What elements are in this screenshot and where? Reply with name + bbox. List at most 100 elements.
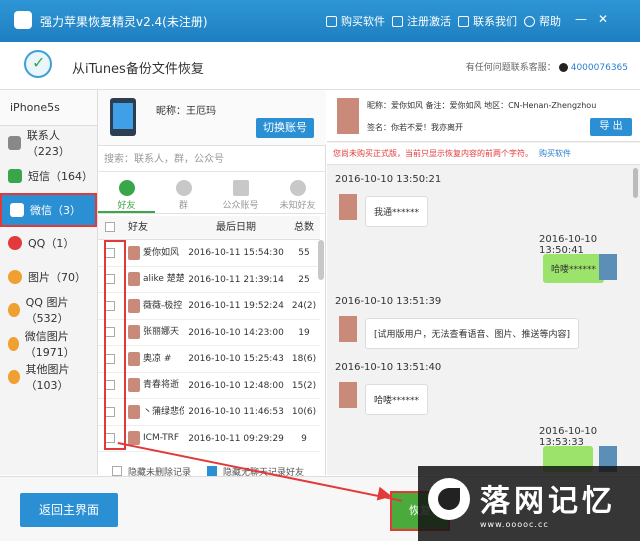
select-all-checkbox[interactable] [98, 216, 122, 239]
checkbox-box [105, 380, 115, 390]
message-timestamp: 2016-10-10 13:50:21 [335, 174, 442, 185]
avatar [339, 382, 357, 408]
sidebar-item-label: 微信图片（1971） [24, 329, 75, 359]
avatar [128, 245, 140, 260]
account-nickname: 昵称：王厄玛 [156, 106, 216, 117]
friend-date: 2016-10-11 09:29:29 [188, 433, 284, 444]
tab-official-accounts[interactable]: 公众账号 [212, 174, 269, 213]
friend-date: 2016-10-10 11:46:53 [188, 407, 284, 417]
table-row[interactable]: 薇薇-极控 2016-10-11 19:52:24 24(2) [98, 293, 320, 320]
table-row[interactable]: alike 楚楚 2016-10-11 21:39:14 25 [98, 267, 320, 293]
contact-us-link[interactable]: 联系我们 [458, 13, 517, 29]
avatar [128, 272, 140, 287]
contact-us-label: 联系我们 [473, 15, 517, 28]
sidebar-item-qq[interactable]: QQ（1） [0, 227, 97, 261]
sidebar-item-label: 其他图片（103） [25, 363, 70, 393]
qq-penguin-icon [8, 236, 22, 251]
table-header: 好友 最后日期 总数 [98, 216, 320, 240]
unknown-person-icon [289, 180, 306, 196]
sidebar-item-other-photos[interactable]: 其他图片（103） [0, 361, 97, 395]
buy-software-link[interactable]: 购买软件 [326, 13, 385, 29]
qq-number-link[interactable]: 4000076365 [571, 63, 628, 73]
sidebar-item-label: 图片（70） [28, 270, 86, 284]
support-contact: 有任何问题联系客服： 4000076365 [466, 60, 628, 73]
table-row[interactable]: 丶蒲绿悲伤 2016-10-10 11:46:53 10(6) [98, 399, 320, 426]
photos-icon [8, 269, 22, 284]
page-header: 从iTunes备份文件恢复 有任何问题联系客服： 4000076365 [0, 42, 640, 90]
row-checkbox[interactable] [98, 240, 122, 266]
export-button[interactable]: 导 出 [590, 118, 632, 136]
help-label: 帮助 [539, 15, 561, 28]
row-checkbox[interactable] [98, 293, 122, 319]
tab-groups[interactable]: 群 [155, 174, 212, 213]
friends-panel: 昵称：王厄玛 切换账号 搜索：联系人，群，公众号 好友 群 公众账号 未知好友 … [98, 90, 326, 478]
table-row[interactable]: 奥凉 # 2016-10-10 15:25:43 18(6) [98, 346, 320, 373]
help-link[interactable]: 帮助 [524, 13, 561, 29]
close-button[interactable]: ✕ [596, 12, 610, 26]
wechat-photos-icon [8, 336, 19, 351]
sidebar-item-qq-photos[interactable]: QQ 图片（532） [0, 294, 97, 328]
friend-name: 张丽娜天 [143, 327, 180, 337]
message-timestamp: 2016-10-10 13:51:39 [335, 296, 442, 307]
device-name: iPhone5s [0, 90, 97, 126]
contact-info: 昵称：爱你如风 备注：爱你如风 地区：CN-Henan-Zhengzhou 签名… [327, 90, 640, 142]
category-sidebar: iPhone5s 联系人（223） 短信（164） 微信（3） QQ（1） 图片… [0, 90, 98, 475]
page-title: 从iTunes备份文件恢复 [72, 62, 204, 77]
sidebar-item-label: QQ 图片（532） [25, 296, 69, 326]
other-photos-icon [8, 370, 20, 385]
register-link[interactable]: 注册激活 [392, 13, 451, 29]
minimize-button[interactable]: — [574, 12, 588, 26]
tab-friends[interactable]: 好友 [98, 174, 155, 213]
watermark-url: www.ooooc.cc [480, 520, 549, 529]
switch-account-button[interactable]: 切换账号 [256, 118, 314, 138]
checkbox-box [105, 222, 115, 232]
hide-empty-checkbox[interactable] [207, 466, 218, 476]
watermark: 落网记忆 www.ooooc.cc [418, 466, 640, 541]
group-icon [175, 180, 192, 196]
avatar [128, 378, 140, 393]
friend-total: 15(2) [291, 380, 317, 391]
buy-software-notice-link[interactable]: 购买软件 [539, 149, 571, 158]
avatar [128, 325, 140, 340]
table-row[interactable]: 张丽娜天 2016-10-10 14:23:00 19 [98, 320, 320, 346]
tab-label: 未知好友 [279, 201, 316, 211]
friend-date: 2016-10-10 12:48:00 [188, 380, 284, 391]
search-input[interactable]: 搜索：联系人，群，公众号 [98, 148, 326, 172]
tab-label: 公众账号 [222, 201, 259, 211]
watermark-logo-icon [428, 478, 470, 520]
row-checkbox[interactable] [98, 399, 122, 425]
support-label: 有任何问题联系客服： [465, 63, 556, 73]
tab-unknown-friends[interactable]: 未知好友 [269, 174, 326, 213]
row-checkbox[interactable] [98, 346, 122, 372]
contact-signature: 签名：你若不爱！我亦离开 [367, 123, 463, 132]
header-total: 总数 [294, 222, 314, 233]
register-label: 注册激活 [407, 15, 451, 28]
friend-name: 奥凉 # [143, 353, 172, 364]
sidebar-item-photos[interactable]: 图片（70） [0, 260, 97, 294]
friend-total: 25 [298, 274, 310, 285]
row-checkbox[interactable] [98, 267, 122, 293]
sidebar-item-wechat-photos[interactable]: 微信图片（1971） [0, 327, 97, 361]
row-checkbox[interactable] [98, 426, 122, 452]
back-to-main-button[interactable]: 返回主界面 [20, 493, 118, 527]
avatar [128, 431, 140, 446]
friend-name: 青春将逝 [143, 380, 180, 390]
friends-scrollbar[interactable] [318, 240, 324, 280]
table-row[interactable]: 青春将逝 2016-10-10 12:48:00 15(2) [98, 373, 320, 399]
row-checkbox[interactable] [98, 373, 122, 399]
chat-scrollbar[interactable] [633, 168, 638, 198]
buy-software-label: 购买软件 [341, 15, 385, 28]
hide-deleted-checkbox[interactable] [112, 466, 122, 476]
header-last-date: 最后日期 [216, 222, 256, 233]
table-row[interactable]: 爱你如风 2016-10-11 15:54:30 55 [98, 240, 320, 267]
sidebar-item-contacts[interactable]: 联系人（223） [0, 126, 97, 160]
sidebar-item-sms[interactable]: 短信（164） [0, 160, 97, 194]
title-bar: 强力苹果恢复精灵v2.4(未注册) 购买软件 注册激活 联系我们 帮助 — ✕ [0, 0, 640, 42]
row-checkbox[interactable] [98, 320, 122, 346]
sidebar-item-wechat[interactable]: 微信（3） [0, 193, 97, 227]
friend-total: 19 [298, 327, 310, 338]
table-row[interactable]: ICM-TRF 2016-10-11 09:29:29 9 [98, 426, 320, 452]
checkbox-box [105, 274, 115, 284]
contact-details: 昵称：爱你如风 备注：爱你如风 地区：CN-Henan-Zhengzhou [367, 101, 597, 110]
sidebar-item-label: QQ（1） [28, 237, 75, 251]
